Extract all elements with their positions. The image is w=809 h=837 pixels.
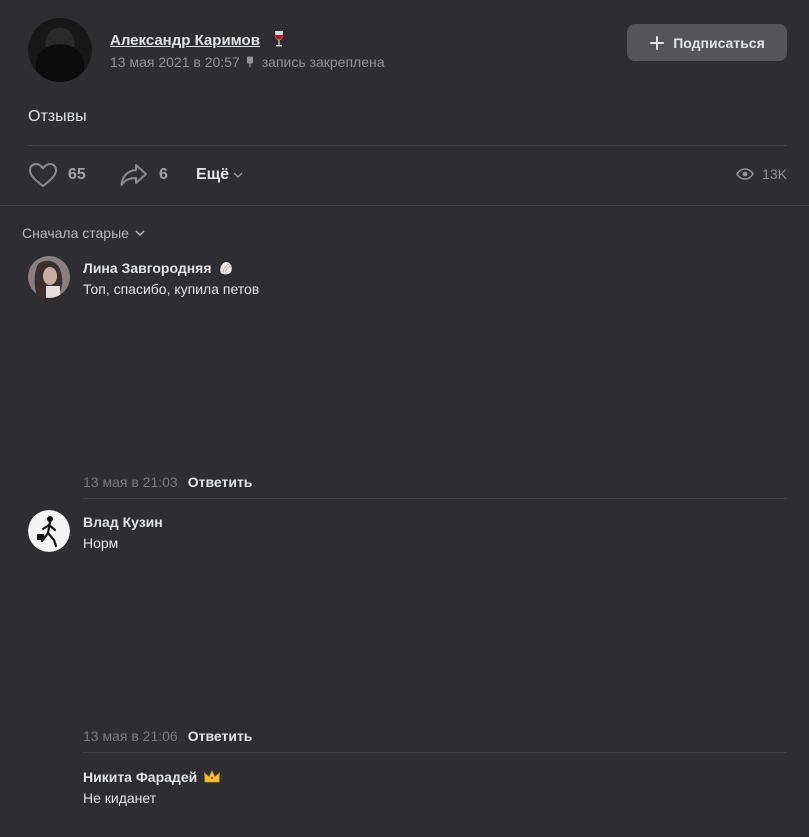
- plus-icon: [650, 35, 665, 50]
- author-name-link[interactable]: Александр Каримов: [110, 32, 260, 49]
- comment-item: Лина Завгородняя Топ, спасибо, купила пе…: [28, 256, 787, 501]
- post-card: Александр Каримов 13 мая 2021 в 20:57 за…: [0, 0, 809, 206]
- chevron-down-icon: [233, 172, 243, 179]
- subscribe-button[interactable]: Подписаться: [627, 24, 787, 61]
- comment-footer: 13 мая в 21:06 Ответить: [83, 728, 252, 744]
- comment-divider: [83, 752, 787, 753]
- share-count: 6: [159, 166, 168, 183]
- views-counter: 13K: [736, 166, 787, 182]
- comment-date[interactable]: 13 мая в 21:06: [83, 728, 178, 744]
- commenter-name-link[interactable]: Лина Завгородняя: [83, 260, 234, 276]
- like-count: 65: [68, 166, 86, 183]
- commenter-name: Никита Фарадей: [83, 769, 198, 785]
- comment-text: Норм: [83, 535, 119, 551]
- like-button[interactable]: 65: [28, 162, 86, 188]
- more-dropdown[interactable]: Ещё: [196, 166, 243, 184]
- comment-item: Влад Кузин Норм 13 мая в 21:06 Ответить: [28, 510, 787, 755]
- commenter-name-link[interactable]: Никита Фарадей: [83, 769, 221, 785]
- comments-sort-dropdown[interactable]: Сначала старые: [22, 225, 145, 241]
- commenter-name: Лина Завгородняя: [83, 260, 212, 276]
- views-count: 13K: [762, 166, 787, 182]
- comment-divider: [83, 498, 787, 499]
- author-avatar[interactable]: [28, 18, 92, 82]
- post-date[interactable]: 13 мая 2021 в 20:57: [110, 54, 240, 70]
- sort-label: Сначала старые: [22, 225, 129, 241]
- chevron-down-icon: [135, 230, 145, 237]
- commenter-name-link[interactable]: Влад Кузин: [83, 514, 163, 530]
- commenter-name: Влад Кузин: [83, 514, 163, 530]
- pin-icon: [246, 56, 253, 68]
- heart-icon: [28, 162, 58, 188]
- comment-date[interactable]: 13 мая в 21:03: [83, 474, 178, 490]
- reply-button[interactable]: Ответить: [188, 728, 253, 744]
- pinned-label: запись закреплена: [261, 54, 385, 70]
- share-icon: [120, 164, 147, 186]
- crown-emoji-icon: [204, 770, 221, 783]
- comment-text: Не киданет: [83, 790, 157, 806]
- commenter-avatar[interactable]: [28, 256, 70, 298]
- subscribe-label: Подписаться: [673, 34, 765, 51]
- comment-text: Топ, спасибо, купила петов: [83, 281, 260, 297]
- shell-emoji-icon: [219, 262, 232, 275]
- share-button[interactable]: 6: [119, 162, 168, 188]
- comment-footer: 13 мая в 21:03 Ответить: [83, 474, 252, 490]
- post-divider: [28, 145, 787, 146]
- more-label: Ещё: [196, 166, 230, 183]
- post-text: Отзывы: [28, 108, 87, 125]
- post-meta: 13 мая 2021 в 20:57 запись закреплена: [110, 54, 385, 70]
- comment-item: Никита Фарадей Не киданет: [28, 765, 787, 825]
- wine-glass-icon: [275, 31, 283, 47]
- eye-icon: [736, 168, 755, 180]
- commenter-avatar[interactable]: [28, 510, 70, 552]
- reply-button[interactable]: Ответить: [188, 474, 253, 490]
